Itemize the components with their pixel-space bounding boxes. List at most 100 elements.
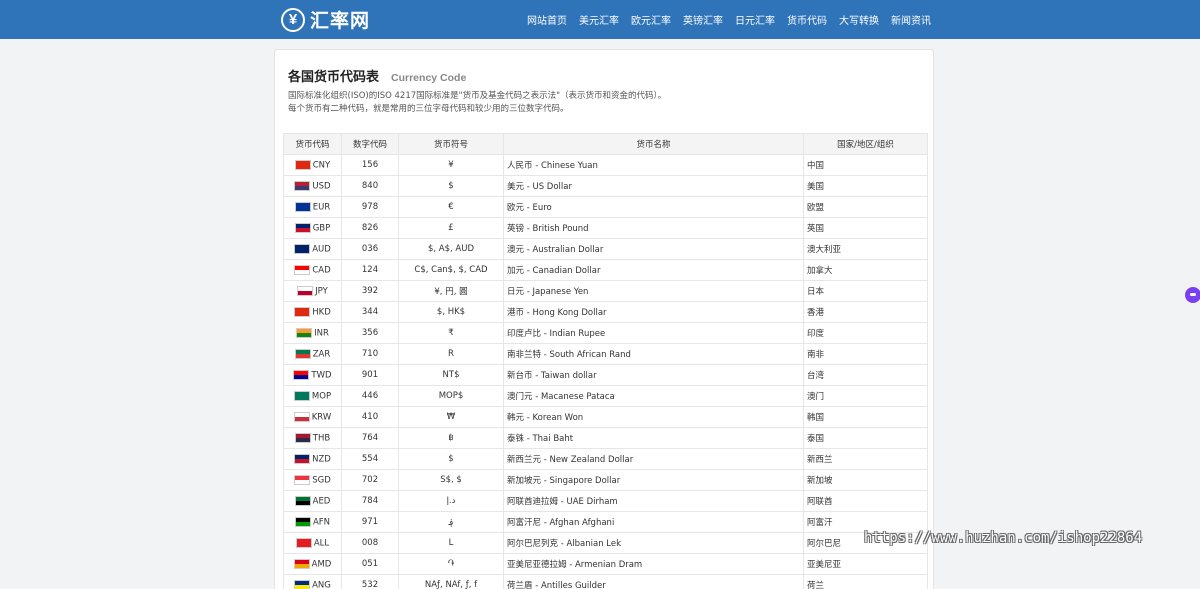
cell-symbol: $: [398, 175, 504, 197]
taiwan-flag-icon: [293, 369, 310, 380]
col-header-symbol: 货币符号: [398, 133, 504, 155]
nav-gbp-rate[interactable]: 英镑汇率: [683, 12, 723, 27]
cell-symbol: ¥, 円, 圓: [398, 280, 504, 302]
cell-numeric: 826: [341, 217, 399, 239]
cell-country: 韩国: [803, 406, 928, 428]
cell-code: SGD: [283, 469, 342, 491]
nav-news[interactable]: 新闻资讯: [891, 12, 931, 27]
nav-home[interactable]: 网站首页: [527, 12, 567, 27]
table-row: NZD 554 $ 新西兰元 - New Zealand Dollar 新西兰: [283, 448, 928, 470]
cell-country: 欧盟: [803, 196, 928, 218]
currency-code: ANG: [312, 580, 331, 589]
currency-code: HKD: [312, 307, 331, 318]
logo-text: 汇率网: [310, 10, 371, 32]
cell-country: 加拿大: [803, 259, 928, 281]
table-row: HKD 344 $, HK$ 港币 - Hong Kong Dollar 香港: [283, 301, 928, 323]
cell-country: 新加坡: [803, 469, 928, 491]
cell-numeric: 008: [341, 532, 399, 554]
nav-usd-rate[interactable]: 美元汇率: [579, 12, 619, 27]
top-navbar: ¥ 汇率网 网站首页 美元汇率 欧元汇率 英镑汇率 日元汇率 货币代码 大写转换…: [0, 0, 1200, 39]
cell-numeric: 702: [341, 469, 399, 491]
nav-uppercase-convert[interactable]: 大写转换: [839, 12, 879, 27]
cell-symbol: ₹: [398, 322, 504, 344]
cell-country: 南非: [803, 343, 928, 365]
yuan-logo-icon: ¥: [281, 7, 305, 32]
cell-symbol: £: [398, 217, 504, 239]
thailand-flag-icon: [294, 432, 311, 443]
cell-country: 荷兰: [803, 574, 928, 589]
cell-country: 中国: [803, 154, 928, 176]
currency-code: CNY: [312, 160, 331, 171]
cell-name: 美元 - US Dollar: [503, 175, 804, 197]
eu-flag-icon: [294, 201, 311, 212]
cell-numeric: 410: [341, 406, 399, 428]
nav-eur-rate[interactable]: 欧元汇率: [631, 12, 671, 27]
table-row: AMD 051 ֏ 亚美尼亚德拉姆 - Armenian Dram 亚美尼亚: [283, 553, 928, 575]
cell-numeric: 036: [341, 238, 399, 260]
cell-code: AFN: [283, 511, 342, 533]
cell-code: THB: [283, 427, 342, 449]
cell-name: 阿富汗尼 - Afghan Afghani: [503, 511, 804, 533]
cell-numeric: 356: [341, 322, 399, 344]
cell-symbol: ¥: [398, 154, 504, 176]
cell-country: 香港: [803, 301, 928, 323]
table-row: ANG 532 NAƒ, NAf, ƒ, f 荷兰盾 - Antilles Guild…: [283, 574, 928, 589]
table-row: AUD 036 $, A$, AUD 澳元 - Australian Dollar 澳大…: [283, 238, 928, 260]
table-row: JPY 392 ¥, 円, 圓日元 - Japanese Yen 日本: [283, 280, 928, 302]
nav-currency-code[interactable]: 货币代码: [787, 12, 827, 27]
table-row: KRW 410 ₩ 韩元 - Korean Won 韩国: [283, 406, 928, 428]
cell-name: 阿联酋迪拉姆 - UAE Dirham: [503, 490, 804, 512]
currency-table: 货币代码 数字代码 货币符号 货币名称 国家/地区/组织 CNY 156 ¥ 人民币 …: [283, 133, 928, 589]
cell-numeric: 764: [341, 427, 399, 449]
cell-symbol: L: [398, 532, 504, 554]
cell-code: CNY: [283, 154, 342, 176]
korea-flag-icon: [293, 411, 310, 422]
cell-name: 加元 - Canadian Dollar: [503, 259, 804, 281]
table-row: CNY 156 ¥ 人民币 - Chinese Yuan 中国: [283, 154, 928, 176]
cell-country: 日本: [803, 280, 928, 302]
cell-code: ANG: [283, 574, 342, 589]
content-card: 各国货币代码表 Currency Code 国际标准化组织(ISO)的ISO 4…: [274, 49, 934, 589]
table-row: USD 840 $ 美元 - US Dollar 美国: [283, 175, 928, 197]
cell-numeric: 344: [341, 301, 399, 323]
cell-symbol: MOP$: [398, 385, 504, 407]
cell-numeric: 124: [341, 259, 399, 281]
cell-name: 新西兰元 - New Zealand Dollar: [503, 448, 804, 470]
description-line-2: 每个货币有二种代码，就是常用的三位字母代码和较少用的三位数字代码。: [288, 104, 569, 114]
chat-bubble-icon[interactable]: [1185, 287, 1200, 303]
usa-flag-icon: [294, 180, 311, 191]
table-row: EUR 978 € 欧元 - Euro 欧盟: [283, 196, 928, 218]
currency-code: AUD: [312, 244, 331, 255]
cell-code: AMD: [283, 553, 342, 575]
table-row: GBP 826 £ 英镑 - British Pound 英国: [283, 217, 928, 239]
cell-country: 亚美尼亚: [803, 553, 928, 575]
cell-code: INR: [283, 322, 342, 344]
cell-code: KRW: [283, 406, 342, 428]
cell-numeric: 901: [341, 364, 399, 386]
cell-country: 英国: [803, 217, 928, 239]
currency-code: USD: [312, 181, 331, 192]
cell-name: 英镑 - British Pound: [503, 217, 804, 239]
table-header-row: 货币代码 数字代码 货币符号 货币名称 国家/地区/组织: [283, 133, 928, 155]
nav-jpy-rate[interactable]: 日元汇率: [735, 12, 775, 27]
albania-flag-icon: [295, 537, 312, 548]
cell-numeric: 532: [341, 574, 399, 589]
cell-country: 泰国: [803, 427, 928, 449]
cell-code: ZAR: [283, 343, 342, 365]
currency-code: THB: [312, 433, 331, 444]
cell-symbol: C$, Can$, $, CAD: [398, 259, 504, 281]
cell-country: 美国: [803, 175, 928, 197]
site-logo[interactable]: ¥ 汇率网: [281, 6, 370, 33]
currency-code: SGD: [312, 475, 331, 486]
australia-flag-icon: [294, 243, 311, 254]
cell-numeric: 971: [341, 511, 399, 533]
singapore-flag-icon: [294, 474, 311, 485]
table-row: AFN 971 ؋ 阿富汗尼 - Afghan Afghani 阿富汗: [283, 511, 928, 533]
cell-numeric: 840: [341, 175, 399, 197]
cell-code: AED: [283, 490, 342, 512]
cell-symbol: ₩: [398, 406, 504, 428]
cell-name: 印度卢比 - Indian Rupee: [503, 322, 804, 344]
cell-code: AUD: [283, 238, 342, 260]
macau-flag-icon: [293, 390, 310, 401]
cell-name: 阿尔巴尼列克 - Albanian Lek: [503, 532, 804, 554]
